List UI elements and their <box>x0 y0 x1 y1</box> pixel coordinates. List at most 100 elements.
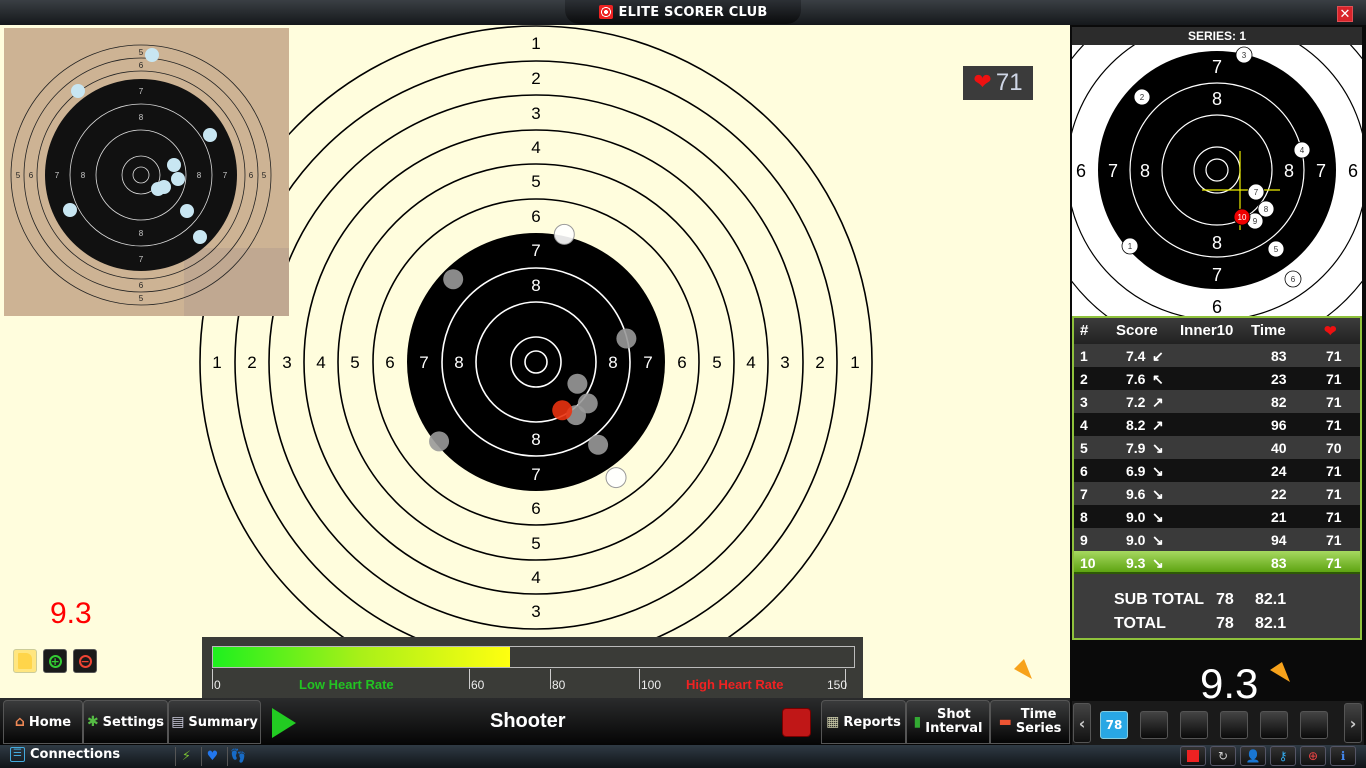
help-button[interactable]: ⊕ <box>1300 746 1326 766</box>
mini-ring-label: 6 <box>1348 161 1358 181</box>
heart-rate-tick <box>212 669 213 689</box>
ring-label: 8 <box>608 353 617 372</box>
table-row[interactable]: 9 9.0 ↘ 94 71 <box>1074 528 1360 551</box>
info-icon: ℹ <box>1340 749 1346 763</box>
shot-interval-button[interactable]: ▮ Shot Interval <box>906 700 990 744</box>
ring-label: 1 <box>850 353 859 372</box>
user-button[interactable]: 👤 <box>1240 746 1266 766</box>
header-num: # <box>1080 322 1089 339</box>
row-heart-rate: 71 <box>1326 532 1342 548</box>
row-time: 82 <box>1271 394 1287 410</box>
table-row[interactable]: 5 7.9 ↘ 40 70 <box>1074 436 1360 459</box>
info-button[interactable]: ℹ <box>1330 746 1356 766</box>
photo-shot-hole <box>180 204 194 218</box>
row-num: 3 <box>1080 394 1088 410</box>
zoom-in-button[interactable]: + <box>43 649 67 673</box>
settings-button[interactable]: ✱ Settings <box>83 700 168 744</box>
total-int: 78 <box>1216 615 1234 632</box>
series-slot[interactable] <box>1140 711 1168 739</box>
summary-button[interactable]: ▤ Summary <box>168 700 261 744</box>
pager-prev-button[interactable]: ‹ <box>1073 703 1091 743</box>
row-direction-arrow-icon: ↙ <box>1152 348 1164 364</box>
row-direction-arrow-icon: ↗ <box>1152 394 1164 410</box>
main-target-area[interactable]: 11112222333344445555666677778888 5555666… <box>0 25 1070 698</box>
table-row[interactable]: 8 9.0 ↘ 21 71 <box>1074 505 1360 528</box>
mini-shot-label: 9 <box>1253 217 1258 226</box>
ring-label: 6 <box>531 499 540 518</box>
stop-button[interactable] <box>782 708 811 737</box>
refresh-icon: ↻ <box>1217 749 1229 763</box>
record-button[interactable] <box>1180 746 1206 766</box>
series-slot[interactable] <box>1220 711 1248 739</box>
row-num: 8 <box>1080 509 1088 525</box>
ring-label: 5 <box>350 353 359 372</box>
mini-ring-label: 8 <box>1212 89 1222 109</box>
header-inner10: Inner10 <box>1180 322 1234 339</box>
pager-next-button[interactable]: › <box>1344 703 1362 743</box>
heart-rate-badge: ❤ 71 <box>963 66 1033 100</box>
key-button[interactable]: ⚷ <box>1270 746 1296 766</box>
mini-shot-label: 1 <box>1128 242 1133 251</box>
table-row[interactable]: 6 6.9 ↘ 24 71 <box>1074 459 1360 482</box>
plug-icon[interactable]: ⚡ <box>175 747 197 766</box>
refresh-button[interactable]: ↻ <box>1210 746 1236 766</box>
ring-label: 4 <box>316 353 325 372</box>
table-row[interactable]: 3 7.2 ↗ 82 71 <box>1074 390 1360 413</box>
photo-ring-label: 7 <box>55 171 60 180</box>
blue-heart-icon[interactable]: ♥ <box>201 747 223 766</box>
row-time: 83 <box>1271 555 1287 571</box>
ring-label: 3 <box>531 104 540 123</box>
heart-rate-tick-label: 80 <box>552 678 566 692</box>
target-logo-icon <box>598 5 613 19</box>
zoom-out-icon: − <box>78 654 92 668</box>
table-row[interactable]: 10 9.3 ↘ 83 71 <box>1074 551 1360 574</box>
low-heart-rate-label: Low Heart Rate <box>299 677 394 692</box>
connections-button[interactable]: ☰ Connections <box>10 747 120 762</box>
ring-label: 2 <box>531 69 540 88</box>
ring-label: 2 <box>815 353 824 372</box>
table-row[interactable]: 7 9.6 ↘ 22 71 <box>1074 482 1360 505</box>
ring-label: 4 <box>746 353 755 372</box>
ring-label: 3 <box>780 353 789 372</box>
play-button[interactable] <box>272 708 296 738</box>
series-slot[interactable] <box>1180 711 1208 739</box>
row-direction-arrow-icon: ↖ <box>1152 371 1164 387</box>
row-time: 83 <box>1271 348 1287 364</box>
row-score: 7.4 <box>1126 348 1146 364</box>
series-slot[interactable] <box>1260 711 1288 739</box>
time-series-button[interactable]: ▬ Time Series <box>990 700 1070 744</box>
header-time: Time <box>1251 322 1286 339</box>
home-button[interactable]: ⌂ Home <box>3 700 83 744</box>
series-slot[interactable]: 78 <box>1100 711 1128 739</box>
photo-ring-label: 5 <box>262 171 267 180</box>
close-button[interactable]: ✕ <box>1337 6 1353 22</box>
table-row[interactable]: 1 7.4 ↙ 83 71 <box>1074 344 1360 367</box>
zoom-out-button[interactable]: − <box>73 649 97 673</box>
ring-label: 8 <box>454 353 463 372</box>
mini-ring-label: 6 <box>1076 161 1086 181</box>
sub-total-label: SUB TOTAL <box>1114 591 1205 608</box>
ring-label: 6 <box>677 353 686 372</box>
header-heart-icon: ❤ <box>1324 323 1337 340</box>
row-time: 40 <box>1271 440 1287 456</box>
mini-shot-label: 10 <box>1238 213 1247 222</box>
table-row[interactable]: 2 7.6 ↖ 23 71 <box>1074 367 1360 390</box>
footprints-icon[interactable]: 👣 <box>227 747 249 766</box>
row-time: 22 <box>1271 486 1287 502</box>
row-direction-arrow-icon: ↘ <box>1152 463 1164 479</box>
ring-label: 8 <box>531 430 540 449</box>
series-slot[interactable] <box>1300 711 1328 739</box>
row-direction-arrow-icon: ↗ <box>1152 417 1164 433</box>
photo-ring-label: 5 <box>139 48 144 57</box>
note-button[interactable] <box>13 649 37 673</box>
mini-ring-label: 8 <box>1212 233 1222 253</box>
header-score: Score <box>1116 322 1158 339</box>
row-direction-arrow-icon: ↘ <box>1152 440 1164 456</box>
shot-marker-1 <box>429 431 450 452</box>
sub-total-dec: 82.1 <box>1255 591 1287 608</box>
mini-shot-label: 3 <box>1242 51 1247 60</box>
table-row[interactable]: 4 8.2 ↗ 96 71 <box>1074 413 1360 436</box>
heart-rate-fill <box>213 647 511 667</box>
mini-shot-label: 8 <box>1264 205 1269 214</box>
reports-button[interactable]: ▦ Reports <box>821 700 906 744</box>
